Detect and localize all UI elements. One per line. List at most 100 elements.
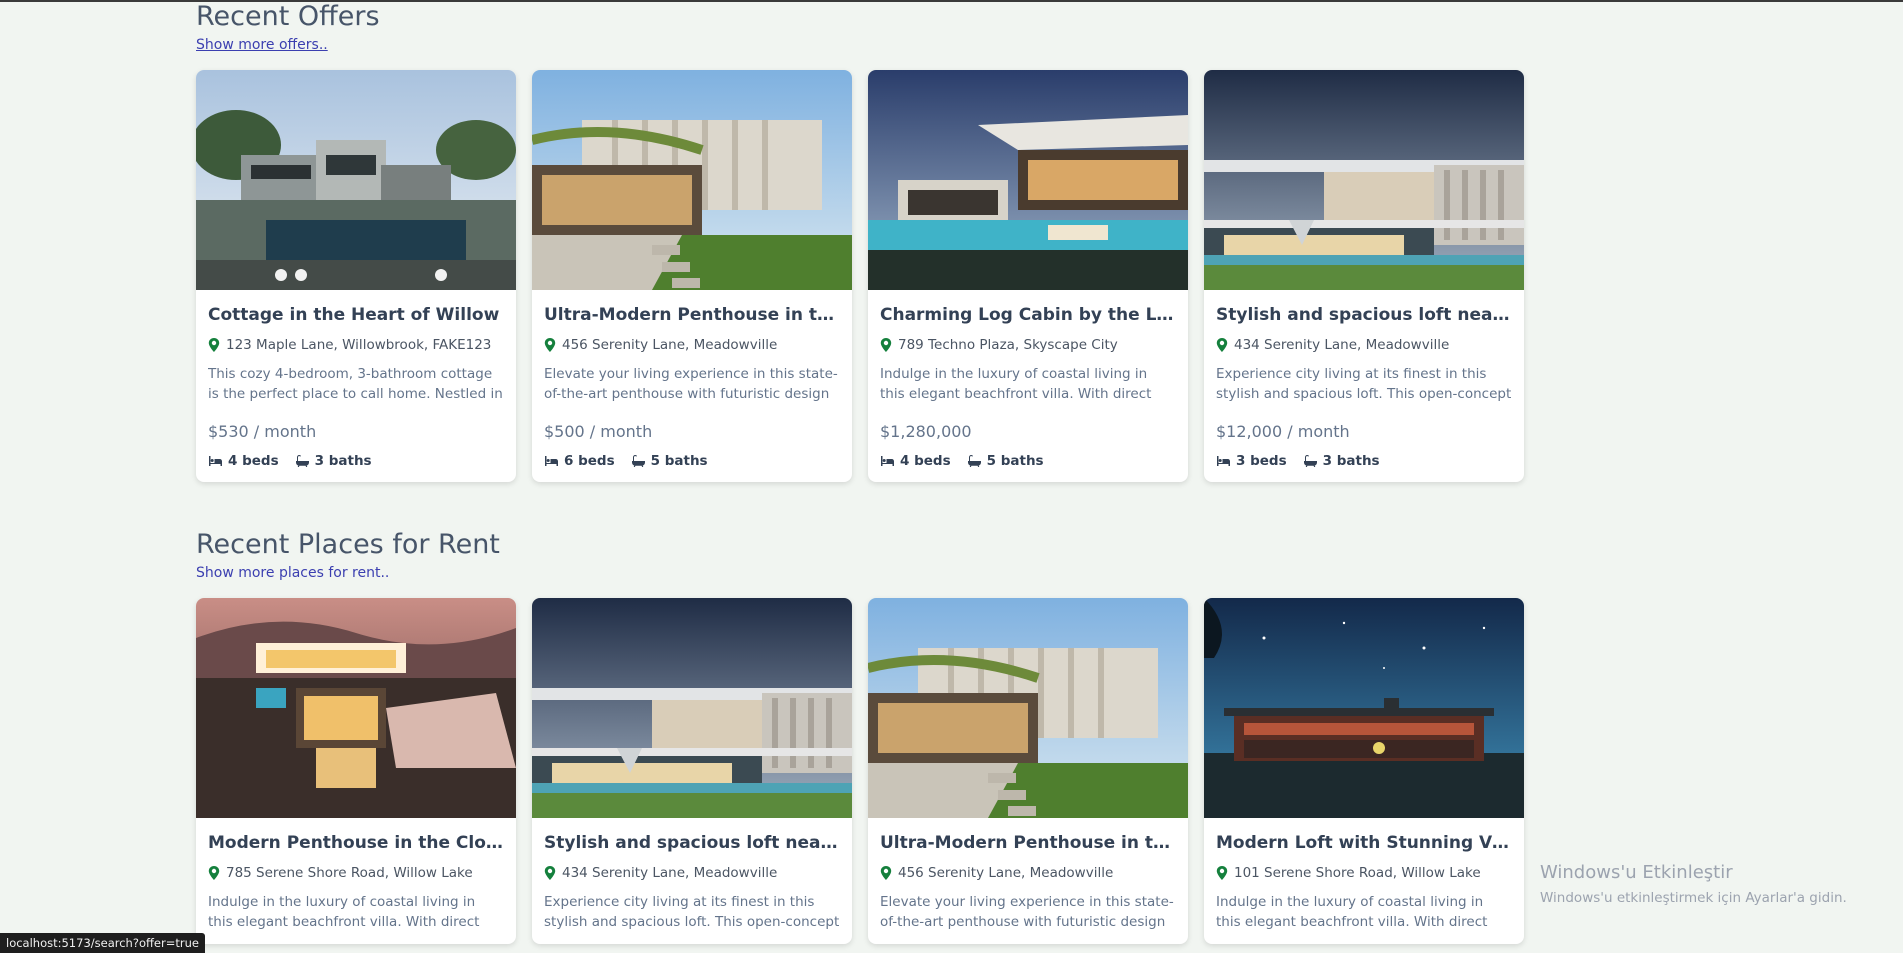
- listing-address: 456 Serenity Lane, Meadowville: [544, 336, 840, 354]
- listing-address: 101 Serene Shore Road, Willow Lake: [1216, 864, 1512, 882]
- listing-image[interactable]: [868, 598, 1188, 818]
- bath-icon: [295, 455, 309, 467]
- listing-address: 456 Serenity Lane, Meadowville: [880, 864, 1176, 882]
- map-pin-icon: [208, 338, 220, 352]
- listing-card[interactable]: Modern Loft with Stunning Views 101 Sere…: [1204, 598, 1524, 944]
- bath-icon: [1303, 455, 1317, 467]
- listing-price: $500 / month: [544, 422, 653, 441]
- listing-image[interactable]: [196, 70, 516, 290]
- beds-feature: 3 beds: [1216, 452, 1287, 470]
- listing-description: Indulge in the luxury of coastal living …: [208, 894, 480, 930]
- show-more-offers-link[interactable]: Show more offers..: [196, 36, 328, 54]
- listing-address-text: 785 Serene Shore Road, Willow Lake: [226, 865, 473, 881]
- listing-description: Elevate your living experience in this s…: [880, 894, 1174, 930]
- listing-image[interactable]: [868, 70, 1188, 290]
- listing-title[interactable]: Modern Loft with Stunning Views: [1216, 832, 1512, 854]
- listing-card[interactable]: Modern Penthouse in the Clouds 785 Seren…: [196, 598, 516, 944]
- listing-price: $530 / month: [208, 422, 317, 441]
- listing-title[interactable]: Ultra-Modern Penthouse in the City: [544, 304, 840, 326]
- listing-card[interactable]: Ultra-Modern Penthouse in the City 456 S…: [532, 70, 852, 482]
- map-pin-icon: [208, 866, 220, 880]
- listing-card[interactable]: Cottage in the Heart of Willow 123 Maple…: [196, 70, 516, 482]
- beds-feature: 4 beds: [880, 452, 951, 470]
- listing-image[interactable]: [1204, 598, 1524, 818]
- listing-title[interactable]: Modern Penthouse in the Clouds: [208, 832, 504, 854]
- bed-icon: [881, 456, 894, 466]
- windows-activation-watermark: Windows'u Etkinleştir Windows'u etkinleş…: [1540, 862, 1847, 906]
- map-pin-icon: [544, 338, 556, 352]
- listing-title[interactable]: Stylish and spacious loft near city: [1216, 304, 1512, 326]
- listing-description: Experience city living at its finest in …: [544, 894, 840, 930]
- listing-image[interactable]: [532, 70, 852, 290]
- listing-price: $1,280,000: [880, 422, 972, 441]
- listing-description: Indulge in the luxury of coastal living …: [880, 366, 1152, 402]
- beds-count: 3 beds: [1236, 453, 1287, 469]
- beds-feature: 4 beds: [208, 452, 279, 470]
- listing-address-text: 434 Serenity Lane, Meadowville: [562, 865, 778, 881]
- rent-card-list: Modern Penthouse in the Clouds 785 Seren…: [196, 598, 1524, 944]
- listing-card[interactable]: Stylish and spacious loft near city 434 …: [1204, 70, 1524, 482]
- listing-address: 123 Maple Lane, Willowbrook, FAKE123: [208, 336, 504, 354]
- listing-address-text: 123 Maple Lane, Willowbrook, FAKE123: [226, 337, 492, 353]
- map-pin-icon: [880, 338, 892, 352]
- listing-description: Indulge in the luxury of coastal living …: [1216, 894, 1488, 930]
- map-pin-icon: [1216, 866, 1228, 880]
- map-pin-icon: [544, 866, 556, 880]
- baths-feature: 3 baths: [295, 452, 372, 470]
- recent-offers-section: Recent Offers Show more offers.. Cottage…: [196, 0, 1526, 482]
- baths-feature: 5 baths: [967, 452, 1044, 470]
- activation-title: Windows'u Etkinleştir: [1540, 862, 1733, 883]
- baths-count: 3 baths: [314, 453, 372, 469]
- bed-icon: [1217, 456, 1230, 466]
- status-bar-url: localhost:5173/search?offer=true: [0, 933, 205, 953]
- listing-address-text: 434 Serenity Lane, Meadowville: [1234, 337, 1450, 353]
- listing-features: 6 beds 5 baths: [544, 452, 840, 470]
- listing-card[interactable]: Stylish and spacious loft near city 434 …: [532, 598, 852, 944]
- listing-title[interactable]: Ultra-Modern Penthouse in the City: [880, 832, 1176, 854]
- listing-image[interactable]: [532, 598, 852, 818]
- beds-count: 4 beds: [900, 453, 951, 469]
- listing-features: 4 beds 5 baths: [880, 452, 1176, 470]
- show-more-rent-link[interactable]: Show more places for rent..: [196, 564, 389, 582]
- listing-title[interactable]: Charming Log Cabin by the Lake: [880, 304, 1176, 326]
- listing-address: 789 Techno Plaza, Skyscape City: [880, 336, 1176, 354]
- listing-description: This cozy 4-bedroom, 3-bathroom cottage …: [208, 366, 503, 402]
- offers-card-list: Cottage in the Heart of Willow 123 Maple…: [196, 70, 1524, 482]
- beds-count: 6 beds: [564, 453, 615, 469]
- listing-address-text: 789 Techno Plaza, Skyscape City: [898, 337, 1118, 353]
- listing-features: 3 beds 3 baths: [1216, 452, 1512, 470]
- beds-count: 4 beds: [228, 453, 279, 469]
- listing-image[interactable]: [1204, 70, 1524, 290]
- listing-card[interactable]: Charming Log Cabin by the Lake 789 Techn…: [868, 70, 1188, 482]
- listing-description: Elevate your living experience in this s…: [544, 366, 838, 402]
- baths-count: 5 baths: [986, 453, 1044, 469]
- listing-image[interactable]: [196, 598, 516, 818]
- listing-address: 785 Serene Shore Road, Willow Lake: [208, 864, 504, 882]
- beds-feature: 6 beds: [544, 452, 615, 470]
- listing-address-text: 456 Serenity Lane, Meadowville: [562, 337, 778, 353]
- listing-address: 434 Serenity Lane, Meadowville: [544, 864, 840, 882]
- listing-title[interactable]: Stylish and spacious loft near city: [544, 832, 840, 854]
- listing-address-text: 456 Serenity Lane, Meadowville: [898, 865, 1114, 881]
- recent-rent-section: Recent Places for Rent Show more places …: [196, 528, 1526, 944]
- section-title: Recent Places for Rent: [196, 529, 500, 560]
- listing-address-text: 101 Serene Shore Road, Willow Lake: [1234, 865, 1481, 881]
- map-pin-icon: [1216, 338, 1228, 352]
- baths-count: 3 baths: [1322, 453, 1380, 469]
- map-pin-icon: [880, 866, 892, 880]
- listing-title[interactable]: Cottage in the Heart of Willow: [208, 304, 504, 326]
- baths-count: 5 baths: [650, 453, 708, 469]
- section-title: Recent Offers: [196, 1, 380, 32]
- listing-address: 434 Serenity Lane, Meadowville: [1216, 336, 1512, 354]
- baths-feature: 3 baths: [1303, 452, 1380, 470]
- listing-description: Experience city living at its finest in …: [1216, 366, 1512, 402]
- listing-card[interactable]: Ultra-Modern Penthouse in the City 456 S…: [868, 598, 1188, 944]
- activation-subtitle: Windows'u etkinleştirmek için Ayarlar'a …: [1540, 890, 1847, 906]
- bath-icon: [967, 455, 981, 467]
- listing-features: 4 beds 3 baths: [208, 452, 504, 470]
- baths-feature: 5 baths: [631, 452, 708, 470]
- bath-icon: [631, 455, 645, 467]
- bed-icon: [209, 456, 222, 466]
- bed-icon: [545, 456, 558, 466]
- listing-price: $12,000 / month: [1216, 422, 1350, 441]
